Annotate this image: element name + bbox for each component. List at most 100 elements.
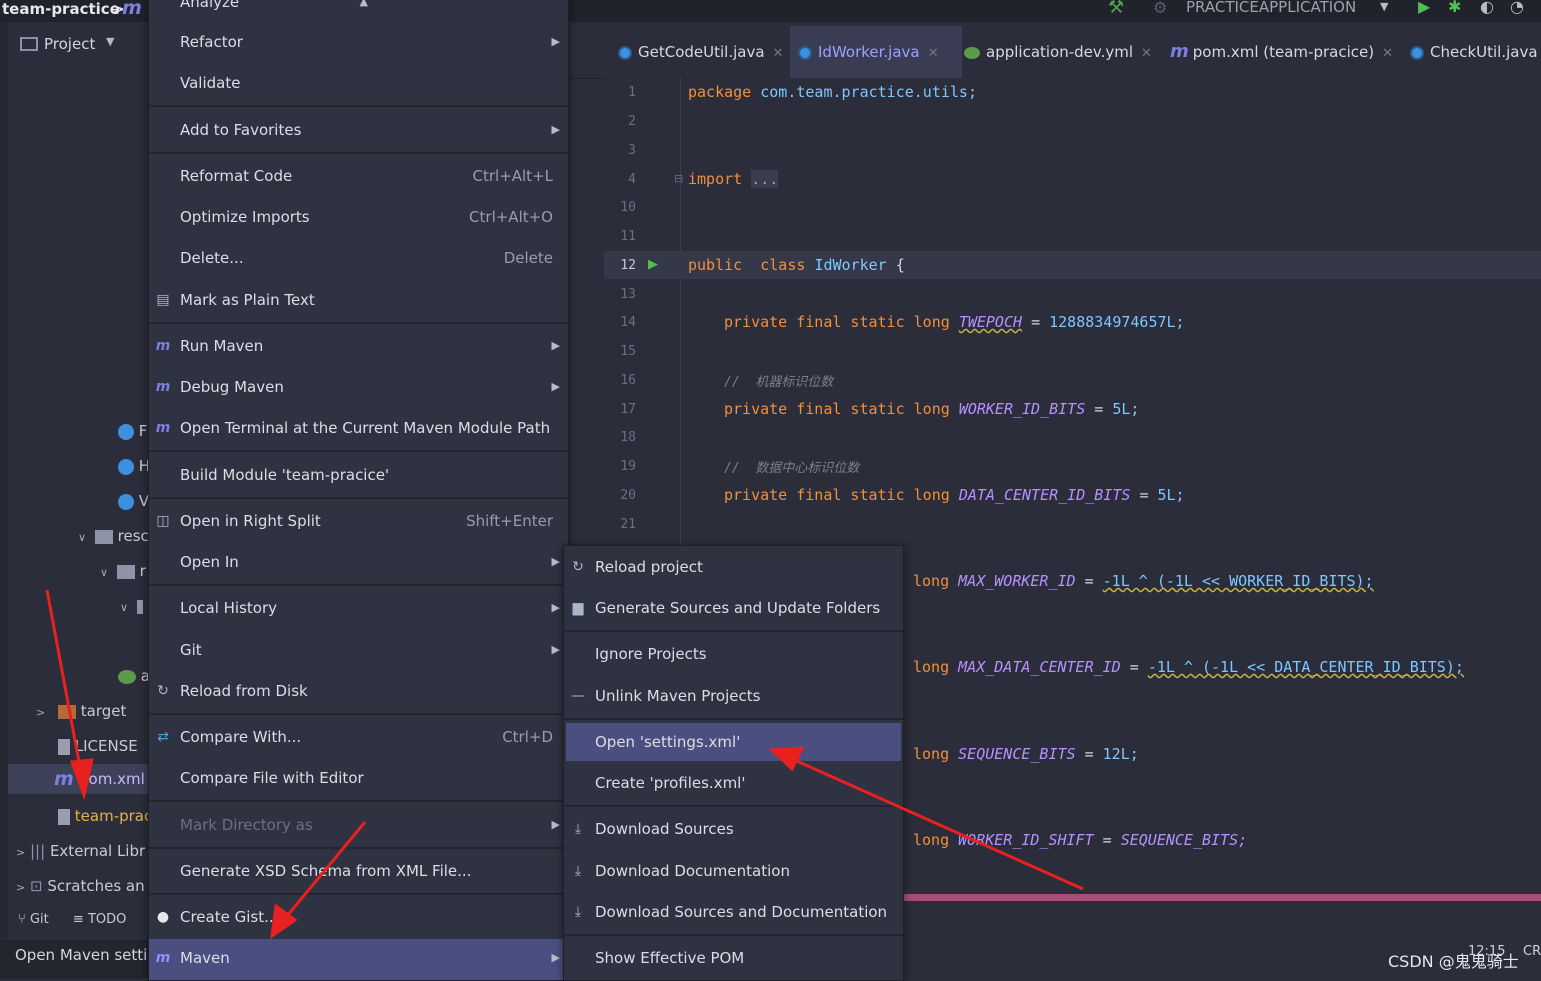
list-icon: ≡	[72, 912, 84, 927]
menu-item-open-in[interactable]: Open In ▶	[149, 543, 568, 581]
debug-bug-icon[interactable]: ✱	[1448, 0, 1461, 16]
close-icon[interactable]: ✕	[1141, 46, 1152, 61]
class-icon	[1410, 45, 1424, 60]
code-line: package com.team.practice.utils;	[688, 83, 977, 101]
fold-icon[interactable]: ⊟	[674, 172, 683, 185]
menu-item-open-settings-xml[interactable]: Open 'settings.xml'	[566, 723, 901, 761]
project-name[interactable]: team-practice	[2, 0, 120, 18]
todo-tool-button[interactable]: TODO	[88, 912, 126, 927]
menu-item-download-sources[interactable]: ⤓ Download Sources	[564, 810, 903, 848]
menu-item-build-module[interactable]: Build Module 'team-pracice'	[149, 456, 568, 494]
menu-item-download-sources-docs[interactable]: ⤓ Download Sources and Documentation	[564, 893, 903, 931]
line-number: 19	[620, 459, 636, 474]
tree-item-class-f[interactable]: F	[118, 416, 147, 446]
menu-item-mark-plain-text[interactable]: ▤ Mark as Plain Text	[149, 281, 568, 319]
menu-item-unlink-maven[interactable]: — Unlink Maven Projects	[564, 677, 903, 715]
tab-getcodeutil[interactable]: GetCodeUtil.java ✕	[610, 26, 794, 78]
menu-item-open-terminal[interactable]: m Open Terminal at the Current Maven Modu…	[149, 409, 568, 447]
tree-item-yml[interactable]: a	[118, 661, 150, 691]
menu-item-create-gist[interactable]: ● Create Gist...	[149, 898, 568, 936]
line-number: 13	[620, 287, 636, 302]
profiler-icon[interactable]: ◔	[1510, 0, 1524, 16]
menu-item-compare-with[interactable]: ⇄ Compare With... Ctrl+D	[149, 718, 568, 756]
menu-separator	[564, 630, 903, 632]
maven-terminal-icon: m	[155, 420, 171, 436]
menu-item-compare-file-editor[interactable]: Compare File with Editor	[149, 759, 568, 797]
tree-item-class-v[interactable]: V	[118, 486, 149, 516]
maven-submenu: ↻ Reload project ▆ Generate Sources and Up…	[563, 545, 904, 981]
chevron-right-icon: >	[16, 881, 26, 894]
run-icon[interactable]: ▶	[1418, 0, 1430, 16]
menu-separator	[149, 713, 568, 715]
folder-icon	[136, 599, 143, 614]
menu-item-reload-from-disk[interactable]: ↻ Reload from Disk	[149, 672, 568, 710]
git-tool-button[interactable]: Git	[30, 912, 49, 927]
menu-item-ignore-projects[interactable]: Ignore Projects	[564, 635, 903, 673]
tab-application-dev[interactable]: application-dev.yml ✕	[960, 26, 1164, 78]
menu-item-run-maven[interactable]: m Run Maven ▶	[149, 327, 568, 365]
menu-item-generate-sources[interactable]: ▆ Generate Sources and Update Folders	[564, 589, 903, 627]
menu-item-debug-maven[interactable]: m Debug Maven ▶	[149, 368, 568, 406]
menu-item-delete[interactable]: Delete... Delete	[149, 239, 568, 277]
menu-item-show-effective-pom[interactable]: Show Effective POM	[564, 939, 903, 977]
close-icon[interactable]: ✕	[773, 46, 784, 61]
tab-idworker[interactable]: IdWorker.java ✕	[790, 26, 962, 81]
close-icon[interactable]: ✕	[928, 46, 939, 61]
reload-icon: ↻	[572, 559, 584, 575]
menu-item-add-to-favorites[interactable]: Add to Favorites ▶	[149, 111, 568, 149]
line-number: 16	[620, 373, 636, 388]
menu-item-maven[interactable]: m Maven ▶	[149, 939, 568, 980]
folder-icon	[94, 529, 113, 544]
tree-item-team[interactable]: team-prac	[58, 801, 152, 831]
menu-item-optimize-imports[interactable]: Optimize Imports Ctrl+Alt+O	[149, 198, 568, 236]
tab-label: IdWorker.java	[818, 43, 920, 61]
tree-item-license[interactable]: LICENSE	[58, 731, 138, 761]
tree-item-target[interactable]: > target	[36, 696, 126, 726]
line-number: 17	[620, 402, 636, 417]
spring-leaf-icon	[118, 669, 136, 684]
menu-item-create-profiles-xml[interactable]: Create 'profiles.xml'	[564, 764, 903, 802]
menu-item-reload-project[interactable]: ↻ Reload project	[564, 548, 903, 586]
tree-item-resources[interactable]: ∨ resc	[78, 521, 149, 551]
tab-pom[interactable]: m pom.xml (team-pracice) ✕	[1168, 26, 1398, 78]
run-gutter-icon[interactable]: ▶	[648, 257, 658, 272]
coverage-icon[interactable]: ◐	[1480, 0, 1494, 16]
time-text: 12:15	[1468, 944, 1506, 959]
tree-item-scratches[interactable]: > ⊡ Scratches an	[16, 871, 145, 901]
menu-item-download-documentation[interactable]: ⤓ Download Documentation	[564, 852, 903, 890]
tree-item-class-h[interactable]: H	[118, 451, 150, 481]
download-icon: ⤓	[574, 904, 582, 920]
run-config-name[interactable]: PRACTICEAPPLICATION	[1186, 0, 1356, 16]
menu-item-analyze[interactable]: Analyze ▲	[149, 0, 568, 21]
project-view-selector[interactable]: Project ▼	[8, 30, 150, 60]
chevron-down-icon[interactable]: ▼	[1380, 0, 1388, 13]
maven-debug-icon: m	[155, 379, 171, 395]
menu-item-generate-xsd[interactable]: Generate XSD Schema from XML File...	[149, 852, 568, 890]
menu-item-open-right-split[interactable]: ◫ Open in Right Split Shift+Enter	[149, 502, 568, 540]
class-icon	[118, 423, 134, 440]
menu-item-git[interactable]: Git ▶	[149, 631, 568, 669]
line-number: 12	[620, 258, 636, 273]
tree-item-external-libraries[interactable]: > ||| External Libr	[16, 836, 145, 866]
chevron-down-icon: ∨	[120, 601, 129, 614]
menu-item-validate[interactable]: Validate	[149, 64, 568, 102]
code-comment: // 机器标识位数	[724, 375, 834, 390]
menu-separator	[149, 847, 568, 849]
code-line: private final static long DATA_CENTER_ID…	[724, 486, 1185, 504]
menu-separator	[149, 152, 568, 154]
context-menu: Analyze ▲ Refactor ▶ Validate Add to Favor…	[148, 0, 569, 981]
build-hammer-icon[interactable]: ⚒	[1108, 0, 1124, 18]
menu-item-local-history[interactable]: Local History ▶	[149, 589, 568, 627]
close-icon[interactable]: ✕	[1382, 46, 1393, 61]
tree-item-label: External Libr	[49, 842, 146, 860]
menu-item-refactor[interactable]: Refactor ▶	[149, 23, 568, 61]
spring-run-config-icon: ⚙	[1153, 0, 1168, 17]
code-line: public class IdWorker {	[688, 256, 905, 274]
tree-item-subfolder[interactable]: ∨ r	[100, 556, 146, 586]
toolbar: ⚒ ⚙ PRACTICEAPPLICATION ▼ ▶ ✱ ◐ ◔	[568, 0, 1541, 22]
menu-item-mark-directory-as: Mark Directory as ▶	[180, 816, 560, 834]
tree-item-pom[interactable]: m pom.xml	[8, 764, 150, 794]
tab-checkutil[interactable]: CheckUtil.java	[1404, 26, 1541, 78]
tree-item-subfolder-2[interactable]: ∨	[120, 591, 143, 621]
menu-item-reformat-code[interactable]: Reformat Code Ctrl+Alt+L	[149, 157, 568, 195]
